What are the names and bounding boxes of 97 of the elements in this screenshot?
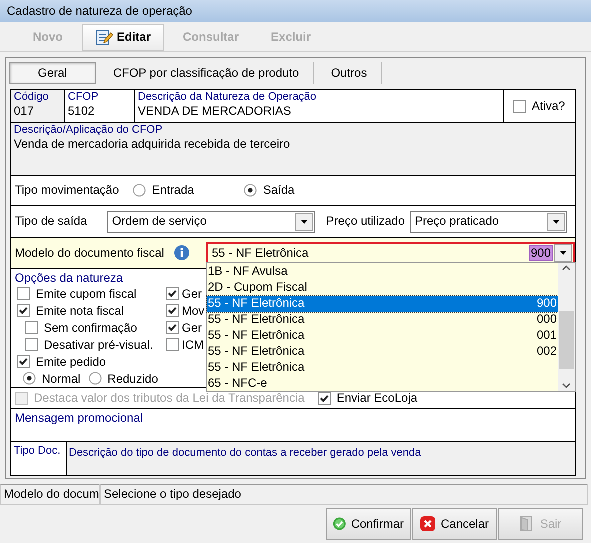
field-label: Código — [14, 91, 50, 104]
checkbox[interactable] — [25, 338, 38, 352]
field-value: 5102 — [68, 104, 96, 119]
option-label: Normal — [42, 372, 81, 386]
info-icon — [174, 245, 190, 261]
field-label: Descrição da Natureza de Operação — [138, 91, 318, 104]
scroll-down-icon — [562, 383, 571, 389]
scroll-up-icon — [562, 265, 571, 271]
field-value: 017 — [14, 104, 36, 119]
checkbox-label: Ativa? — [532, 98, 566, 114]
action-button[interactable]: Confirmar — [326, 508, 411, 540]
confirm-icon — [333, 516, 346, 532]
radio-button[interactable] — [23, 372, 36, 386]
selected-code: 900 — [528, 244, 553, 262]
dropdown-option[interactable]: 55 - NF Eletrônica 002 — [207, 344, 558, 360]
radio-label: Saída — [263, 183, 295, 198]
checkbox[interactable] — [17, 304, 30, 318]
field-label: Mensagem promocional — [15, 411, 144, 426]
action-button[interactable]: Cancelar — [412, 508, 497, 540]
option-label: Mov — [182, 304, 205, 318]
dropdown-option[interactable]: 55 - NF Eletrônica 001 — [207, 328, 558, 344]
field-label: CFOP — [68, 91, 100, 104]
option-label: 65 - NFC-e — [208, 376, 268, 392]
field-label: Tipo de saída — [15, 214, 88, 229]
dropdown-option[interactable]: 55 - NF Eletrônica — [207, 360, 558, 376]
status-text: Selecione o tipo desejado — [100, 484, 588, 505]
option-label: Emite pedido — [36, 354, 106, 370]
dropdown-option[interactable]: 1B - NF Avulsa — [207, 264, 558, 280]
door-icon — [519, 516, 536, 532]
status-text: Modelo do docum — [0, 484, 100, 505]
checkbox[interactable] — [17, 355, 30, 368]
select-field[interactable]: Preço praticado — [410, 210, 567, 232]
option-label: 55 - NF Eletrônica — [208, 296, 305, 312]
checkbox-label: Enviar EcoLoja — [336, 390, 418, 406]
checkbox[interactable] — [318, 392, 331, 404]
caret-icon — [552, 220, 560, 224]
option-label: 55 - NF Eletrônica — [208, 328, 305, 344]
option-label: Desativar pré-visual. — [44, 338, 154, 352]
radio-button[interactable] — [133, 184, 146, 197]
checkbox[interactable] — [25, 321, 38, 334]
field-label: Modelo do documento fiscal — [15, 246, 164, 260]
select-value: Preço praticado — [415, 214, 500, 229]
option-code: 001 — [536, 328, 557, 344]
field-value: Descrição do tipo de documento do contas a receber gerado pela venda — [69, 447, 422, 459]
field-label: Tipo movimentação — [15, 183, 120, 198]
option-label: Emite nota fiscal — [36, 304, 124, 318]
dropdown-button[interactable] — [547, 212, 565, 230]
checkbox-label: Destaca valor dos tributos da Lei da Transparência — [34, 390, 305, 406]
option-label: Emite cupom fiscal — [36, 286, 137, 302]
section-title: Opções da natureza — [15, 271, 124, 286]
option-label: Reduzido — [108, 372, 158, 386]
radio-button[interactable] — [244, 184, 258, 197]
dropdown-button[interactable] — [554, 244, 572, 262]
dropdown-button[interactable] — [295, 212, 314, 230]
scrollbar-thumb[interactable] — [559, 311, 574, 369]
close-icon — [420, 516, 436, 532]
option-code: 000 — [536, 312, 557, 328]
edit-icon — [95, 28, 113, 46]
option-label: 55 - NF Eletrônica — [208, 344, 305, 360]
dropdown-option[interactable]: 65 - NFC-e — [207, 376, 558, 392]
field-label: Descrição/Aplicação do CFOP — [14, 124, 163, 138]
option-label: Ger — [182, 320, 202, 336]
option-label: ICM — [182, 338, 204, 352]
checkbox[interactable] — [166, 287, 179, 300]
field-label: Preço utilizado — [326, 214, 405, 229]
option-code: 002 — [536, 344, 557, 360]
option-label: Ger — [182, 286, 202, 302]
option-label: 55 - NF Eletrônica — [208, 312, 305, 328]
checkbox[interactable] — [17, 287, 30, 300]
checkbox[interactable] — [166, 321, 179, 334]
field-value: Venda de mercadoria adquirida recebida de terceiro — [14, 137, 290, 152]
option-label: 1B - NF Avulsa — [208, 264, 288, 280]
caret-icon — [560, 251, 566, 255]
option-label: 2D - Cupom Fiscal — [208, 280, 308, 296]
option-label: 55 - NF Eletrônica — [208, 360, 305, 376]
dropdown-option[interactable]: 55 - NF Eletrônica 000 — [207, 312, 558, 328]
select-value: Ordem de serviço — [112, 214, 207, 229]
toolbar-button[interactable]: Editar — [82, 24, 164, 51]
dropdown-option[interactable]: 2D - Cupom Fiscal — [207, 280, 558, 296]
option-code: 900 — [536, 296, 557, 312]
tab[interactable]: Outros — [317, 62, 382, 84]
caret-icon — [300, 220, 308, 224]
radio-label: Entrada — [152, 183, 194, 198]
scrollbar[interactable] — [558, 263, 575, 391]
field-value: VENDA DE MERCADORIAS — [138, 104, 292, 119]
select-field[interactable]: Ordem de serviço — [107, 210, 316, 232]
checkbox[interactable] — [166, 338, 179, 352]
select-value: 55 - NF Eletrônica — [212, 246, 309, 260]
tab[interactable]: Geral — [9, 62, 96, 84]
radio-button[interactable] — [88, 372, 102, 386]
tab[interactable]: CFOP por classificação de produto — [99, 62, 314, 84]
option-label: Sem confirmação — [44, 320, 138, 336]
checkbox[interactable] — [166, 304, 179, 318]
dropdown-option[interactable]: 55 - NF Eletrônica 900 — [207, 296, 558, 312]
window-title: Cadastro de natureza de operação — [0, 0, 591, 22]
checkbox[interactable] — [513, 100, 526, 112]
field-label: Tipo Doc. — [14, 445, 61, 457]
